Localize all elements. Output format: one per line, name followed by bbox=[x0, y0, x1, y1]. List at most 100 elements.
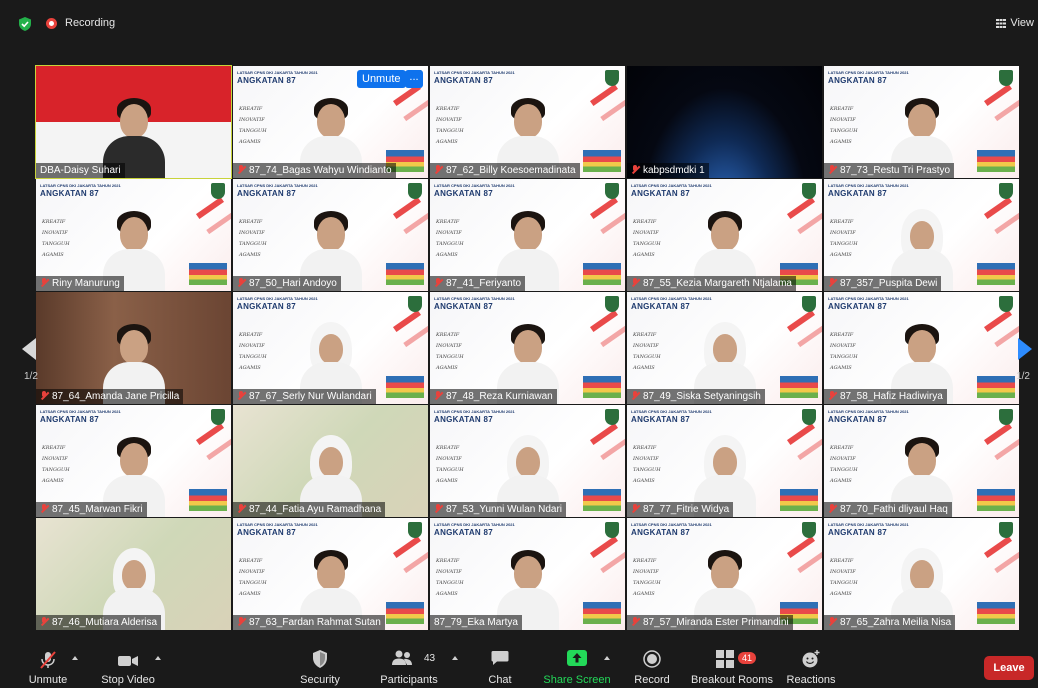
video-tile[interactable]: 87_64_Amanda Jane Pricilla bbox=[36, 292, 231, 404]
slide-decoration bbox=[392, 309, 422, 333]
slide-word: INOVATIF bbox=[830, 343, 856, 349]
security-button[interactable]: Security bbox=[296, 642, 344, 688]
video-options-caret-icon[interactable] bbox=[155, 656, 161, 660]
slide-header-small: LATSAR CPNS DKI JAKARTA TAHUN 2021 bbox=[434, 409, 515, 414]
slide-decoration bbox=[786, 535, 816, 559]
participants-caret-icon[interactable] bbox=[452, 656, 458, 660]
slide-header-title: ANGKATAN 87 bbox=[631, 189, 691, 198]
slide-word: TANGGUH bbox=[239, 128, 267, 134]
participant-name: 87_67_Serly Nur Wulandari bbox=[233, 389, 376, 404]
video-tile[interactable]: LATSAR CPNS DKI JAKARTA TAHUN 2021 ANGKAT… bbox=[627, 405, 822, 517]
muted-microphone-icon bbox=[237, 617, 246, 626]
video-tile[interactable]: LATSAR CPNS DKI JAKARTA TAHUN 2021 ANGKAT… bbox=[430, 405, 625, 517]
slide-word: TANGGUH bbox=[239, 354, 267, 360]
slide-word: KREATIF bbox=[239, 106, 263, 112]
video-tile[interactable]: LATSAR CPNS DKI JAKARTA TAHUN 2021 ANGKAT… bbox=[36, 405, 231, 517]
slide-decoration bbox=[600, 99, 625, 122]
video-tile[interactable]: 87_44_Fatia Ayu Ramadhana bbox=[233, 405, 428, 517]
participant-figure bbox=[907, 330, 936, 364]
slide-decoration bbox=[600, 438, 625, 461]
participant-figure bbox=[710, 217, 739, 251]
record-button[interactable]: Record bbox=[630, 642, 674, 688]
slide-word: AGAMIS bbox=[42, 478, 64, 484]
slide-decoration bbox=[983, 196, 1013, 220]
participant-name: 87_49_Siska Setyaningsih bbox=[627, 389, 765, 404]
video-tile[interactable]: LATSAR CPNS DKI JAKARTA TAHUN 2021 ANGKAT… bbox=[233, 292, 428, 404]
video-tile[interactable]: LATSAR CPNS DKI JAKARTA TAHUN 2021 ANGKAT… bbox=[430, 518, 625, 630]
slide-word: AGAMIS bbox=[42, 252, 64, 258]
view-button[interactable]: View bbox=[996, 17, 1034, 29]
video-tile[interactable]: LATSAR CPNS DKI JAKARTA TAHUN 2021 ANGKAT… bbox=[627, 518, 822, 630]
video-tile[interactable]: LATSAR CPNS DKI JAKARTA TAHUN 2021 ANGKAT… bbox=[430, 292, 625, 404]
participant-figure bbox=[710, 556, 739, 590]
microphone-muted-icon bbox=[40, 651, 56, 669]
audio-options-caret-icon[interactable] bbox=[72, 656, 78, 660]
stop-video-button[interactable]: Stop Video bbox=[98, 642, 158, 688]
slide-decoration bbox=[605, 296, 619, 312]
share-screen-button[interactable]: Share Screen bbox=[542, 642, 612, 688]
slide-header-small: LATSAR CPNS DKI JAKARTA TAHUN 2021 bbox=[237, 522, 318, 527]
video-tile[interactable]: DBA-Daisy Suhari bbox=[35, 65, 232, 179]
video-tile[interactable]: LATSAR CPNS DKI JAKARTA TAHUN 2021 ANGKAT… bbox=[233, 66, 428, 178]
video-tile[interactable]: LATSAR CPNS DKI JAKARTA TAHUN 2021 ANGKAT… bbox=[824, 292, 1019, 404]
unmute-button[interactable]: Unmute bbox=[22, 642, 74, 688]
video-tile[interactable]: LATSAR CPNS DKI JAKARTA TAHUN 2021 ANGKAT… bbox=[824, 66, 1019, 178]
previous-page-arrow-icon[interactable] bbox=[22, 338, 36, 360]
chat-button[interactable]: Chat bbox=[480, 642, 520, 688]
leave-button[interactable]: Leave bbox=[984, 656, 1034, 680]
participant-name: 87_357_Puspita Dewi bbox=[824, 276, 942, 291]
slide-header-small: LATSAR CPNS DKI JAKARTA TAHUN 2021 bbox=[828, 70, 909, 75]
participant-figure bbox=[513, 104, 542, 138]
slide-words: KREATIF INOVATIF TANGGUH AGAMIS bbox=[633, 330, 661, 374]
slide-word: INOVATIF bbox=[436, 343, 462, 349]
video-tile[interactable]: LATSAR CPNS DKI JAKARTA TAHUN 2021 ANGKAT… bbox=[233, 179, 428, 291]
slide-decoration bbox=[802, 296, 816, 312]
reactions-button[interactable]: Reactions bbox=[786, 642, 836, 688]
slide-decoration bbox=[189, 263, 227, 285]
participant-name-text: 87_53_Yunni Wulan Ndari bbox=[446, 504, 563, 515]
participant-name: 87_44_Fatia Ayu Ramadhana bbox=[233, 502, 386, 517]
participants-button[interactable]: 43 Participants bbox=[378, 642, 440, 688]
muted-microphone-icon bbox=[237, 504, 246, 513]
video-tile[interactable]: LATSAR CPNS DKI JAKARTA TAHUN 2021 ANGKAT… bbox=[824, 179, 1019, 291]
video-tile[interactable]: LATSAR CPNS DKI JAKARTA TAHUN 2021 ANGKAT… bbox=[627, 179, 822, 291]
shield-check-icon[interactable] bbox=[18, 17, 32, 31]
video-tile[interactable]: 87_46_Mutiara Alderisa bbox=[36, 518, 231, 630]
stop-video-label: Stop Video bbox=[101, 674, 155, 686]
share-options-caret-icon[interactable] bbox=[604, 656, 610, 660]
slide-word: KREATIF bbox=[830, 332, 854, 338]
participants-count: 43 bbox=[424, 653, 436, 664]
slide-decoration bbox=[408, 183, 422, 199]
video-tile[interactable]: LATSAR CPNS DKI JAKARTA TAHUN 2021 ANGKAT… bbox=[36, 179, 231, 291]
slide-header-title: ANGKATAN 87 bbox=[828, 415, 888, 424]
video-tile[interactable]: LATSAR CPNS DKI JAKARTA TAHUN 2021 ANGKAT… bbox=[824, 518, 1019, 630]
participant-name-text: 87_46_Mutiara Alderisa bbox=[52, 617, 158, 628]
slide-header-small: LATSAR CPNS DKI JAKARTA TAHUN 2021 bbox=[828, 183, 909, 188]
tile-unmute-button[interactable]: Unmute bbox=[357, 70, 406, 88]
video-tile[interactable]: LATSAR CPNS DKI JAKARTA TAHUN 2021 ANGKAT… bbox=[627, 292, 822, 404]
video-tile[interactable]: LATSAR CPNS DKI JAKARTA TAHUN 2021 ANGKAT… bbox=[430, 179, 625, 291]
security-label: Security bbox=[300, 674, 340, 686]
video-tile[interactable]: LATSAR CPNS DKI JAKARTA TAHUN 2021 ANGKAT… bbox=[233, 518, 428, 630]
video-tile[interactable]: LATSAR CPNS DKI JAKARTA TAHUN 2021 ANGKAT… bbox=[430, 66, 625, 178]
muted-microphone-icon bbox=[434, 165, 443, 174]
slide-words: KREATIF INOVATIF TANGGUH AGAMIS bbox=[239, 217, 267, 261]
slide-decoration bbox=[386, 602, 424, 624]
slide-header-small: LATSAR CPNS DKI JAKARTA TAHUN 2021 bbox=[631, 183, 712, 188]
slide-header-small: LATSAR CPNS DKI JAKARTA TAHUN 2021 bbox=[237, 183, 318, 188]
participant-name: 87_74_Bagas Wahyu Windianto bbox=[233, 163, 396, 178]
tile-more-options-button[interactable]: ... bbox=[405, 70, 423, 88]
emoji-reaction-icon bbox=[802, 650, 820, 668]
slide-decoration bbox=[802, 522, 816, 538]
slide-header-small: LATSAR CPNS DKI JAKARTA TAHUN 2021 bbox=[40, 183, 121, 188]
breakout-rooms-button[interactable]: 41 Breakout Rooms bbox=[690, 642, 774, 688]
video-tile[interactable]: LATSAR CPNS DKI JAKARTA TAHUN 2021 ANGKAT… bbox=[824, 405, 1019, 517]
slide-word: INOVATIF bbox=[830, 230, 856, 236]
slide-decoration bbox=[605, 522, 619, 538]
reactions-label: Reactions bbox=[786, 674, 836, 686]
participant-name: 87_73_Restu Tri Prastyo bbox=[824, 163, 955, 178]
slide-header-small: LATSAR CPNS DKI JAKARTA TAHUN 2021 bbox=[434, 296, 515, 301]
slide-decoration bbox=[780, 376, 818, 398]
video-tile[interactable]: kabpsdmdki 1 bbox=[627, 66, 822, 178]
next-page-arrow-icon[interactable] bbox=[1018, 338, 1032, 360]
